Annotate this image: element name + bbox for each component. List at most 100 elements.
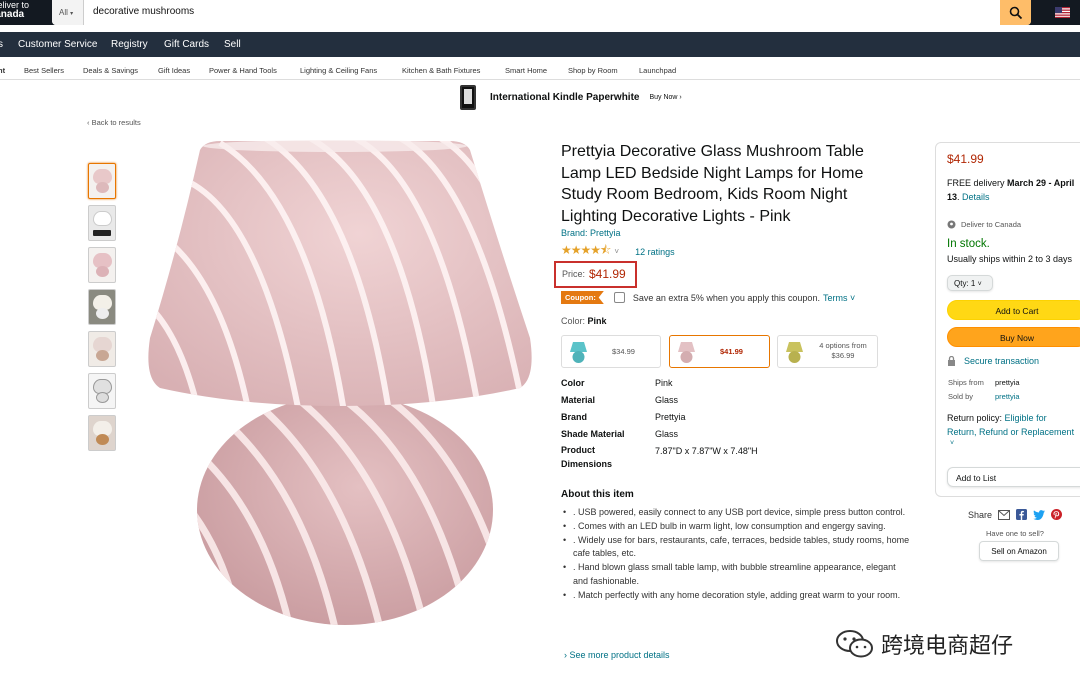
brand-link[interactable]: Brand: Prettyia (561, 228, 621, 238)
spec-key: Brand (561, 412, 588, 422)
nav-sell[interactable]: Sell (224, 39, 241, 50)
color-value: Pink (587, 316, 607, 326)
thumbnail-5[interactable] (88, 331, 116, 367)
subnav-smart-home[interactable]: Smart Home (505, 66, 547, 75)
have-one-to-sell: Have one to sell? (986, 529, 1044, 538)
thumbnail-2[interactable] (88, 205, 116, 241)
add-to-list-button[interactable]: Add to List (947, 467, 1080, 487)
delivery-date-end: 13 (947, 192, 958, 202)
sell-on-amazon-button[interactable]: Sell on Amazon (979, 541, 1059, 561)
teal-lamp-icon (570, 342, 587, 363)
image-thumbnails (88, 163, 117, 457)
nav-gift-cards[interactable]: Gift Cards (164, 39, 209, 50)
deliver-line2: Canada (0, 9, 25, 20)
subnav-best-sellers[interactable]: Best Sellers (24, 66, 64, 75)
spec-value: Glass (655, 429, 679, 439)
kindle-device-icon (460, 84, 476, 110)
return-eligible-link[interactable]: Eligible for (1005, 413, 1047, 423)
coupon-terms-link[interactable]: Terms ˅ (823, 293, 855, 303)
search-category-select[interactable]: All ▾ (52, 0, 84, 25)
coupon-badge: Coupon: (561, 291, 604, 304)
thumbnail-4[interactable] (88, 289, 116, 325)
chevron-down-icon[interactable]: ˅ (614, 247, 619, 256)
return-policy-row: Return policy: Eligible for (947, 413, 1047, 423)
delivery-line2: 13. Details (947, 192, 990, 202)
spec-value: 7.87"D x 7.87"W x 7.48"H (655, 446, 758, 456)
stock-status: In stock. (947, 238, 990, 250)
kindle-banner[interactable]: International Kindle Paperwhite Buy Now … (460, 83, 682, 111)
add-to-cart-button[interactable]: Add to Cart (947, 300, 1080, 320)
yellow-lamp-icon (786, 342, 803, 363)
facebook-icon[interactable] (1016, 509, 1028, 520)
swatch-pink[interactable]: $41.99 (669, 335, 770, 368)
swatch-teal-price: $34.99 (612, 347, 635, 356)
rating-row[interactable]: ★★★★⯪ ˅ 12 ratings (561, 241, 675, 262)
thumbnail-3[interactable] (88, 247, 116, 283)
coupon-row: Coupon: Save an extra 5% when you apply … (561, 291, 855, 304)
buy-now-button[interactable]: Buy Now (947, 327, 1080, 347)
twitter-icon[interactable] (1033, 509, 1046, 520)
nav-item-partial[interactable]: s (0, 39, 3, 50)
subnav-launchpad[interactable]: Launchpad (639, 66, 676, 75)
nav-customer-service[interactable]: Customer Service (18, 39, 97, 50)
search-icon (1009, 6, 1022, 19)
see-more-details-link[interactable]: › See more product details (564, 650, 670, 660)
feature-bullet: . Widely use for bars, restaurants, cafe… (561, 534, 913, 562)
main-product-image[interactable] (140, 138, 540, 628)
spec-value: Prettyia (655, 412, 686, 422)
subnav-lighting[interactable]: Lighting & Ceiling Fans (300, 66, 377, 75)
ratings-count-link[interactable]: 12 ratings (635, 247, 675, 257)
subnav-deals[interactable]: Deals & Savings (83, 66, 138, 75)
spec-key: Product Dimensions (561, 445, 613, 469)
subnav-partial[interactable]: nt (0, 66, 5, 75)
chevron-down-icon: ▾ (70, 11, 74, 17)
feature-bullet: . USB powered, easily connect to any USB… (561, 506, 913, 520)
ships-from-value: prettyia (995, 378, 1020, 387)
subnav-gift-ideas[interactable]: Gift Ideas (158, 66, 190, 75)
thumbnail-6[interactable] (88, 373, 116, 409)
nav-registry[interactable]: Registry (111, 39, 148, 50)
deliver-to-location[interactable]: Deliver to Canada (947, 220, 1021, 229)
delivery-prefix: FREE delivery (947, 178, 1008, 188)
subnav-power-tools[interactable]: Power & Hand Tools (209, 66, 277, 75)
lock-icon (948, 356, 955, 366)
subnav-shop-by-room[interactable]: Shop by Room (568, 66, 618, 75)
share-row: Share (968, 509, 1063, 520)
email-icon[interactable] (998, 509, 1011, 520)
search-bar: All ▾ (52, 0, 1031, 25)
back-to-results-link[interactable]: ‹ Back to results (87, 118, 141, 127)
search-button[interactable] (1000, 0, 1031, 25)
thumbnail-7[interactable] (88, 415, 116, 451)
spec-key: Color (561, 378, 585, 388)
feature-bullet: . Comes with an LED bulb in warm light, … (561, 520, 913, 534)
ships-from-label: Ships from (948, 378, 984, 387)
sold-by-label: Sold by (948, 392, 974, 401)
swatch-yellow[interactable]: 4 options from $36.99 (777, 335, 878, 368)
product-title: Prettyia Decorative Glass Mushroom Table… (561, 143, 864, 225)
feature-bullet: . Hand blown glass small table lamp, wit… (561, 561, 913, 589)
swatch-pink-price: $41.99 (720, 347, 743, 356)
department-nav: nt Best Sellers Deals & Savings Gift Ide… (0, 60, 1080, 80)
secure-transaction-link[interactable]: Secure transaction (964, 356, 1039, 366)
secure-transaction[interactable]: Secure transaction (947, 356, 1039, 366)
sold-by-link[interactable]: prettyia (995, 392, 1020, 401)
thumbnail-1[interactable] (88, 163, 116, 199)
price-value: $41.99 (589, 267, 626, 281)
search-input[interactable] (88, 0, 988, 23)
ships-within: Usually ships within 2 to 3 days (947, 254, 1073, 264)
feature-bullet: . Match perfectly with any home decorati… (561, 589, 913, 603)
coupon-checkbox[interactable] (613, 292, 625, 303)
us-flag-icon[interactable] (1055, 7, 1070, 18)
chevron-down-icon[interactable]: ˅ (950, 440, 954, 447)
return-refund-link[interactable]: Return, Refund or Replacement (947, 427, 1074, 437)
pink-lamp-icon (678, 342, 695, 363)
delivery-details-link[interactable]: Details (962, 192, 990, 202)
star-rating-icon[interactable]: ★★★★⯪ (561, 241, 611, 262)
swatch-teal[interactable]: $34.99 (561, 335, 661, 368)
kindle-buy-now-link[interactable]: Buy Now › (649, 94, 681, 101)
pinterest-icon[interactable] (1051, 509, 1063, 520)
quantity-select[interactable]: Qty: 1 ˅ (947, 275, 993, 291)
main-nav: s Customer Service Registry Gift Cards S… (0, 32, 1080, 57)
subnav-kitchen-bath[interactable]: Kitchen & Bath Fixtures (402, 66, 480, 75)
coupon-text: Save an extra 5% when you apply this cou… (632, 292, 820, 303)
